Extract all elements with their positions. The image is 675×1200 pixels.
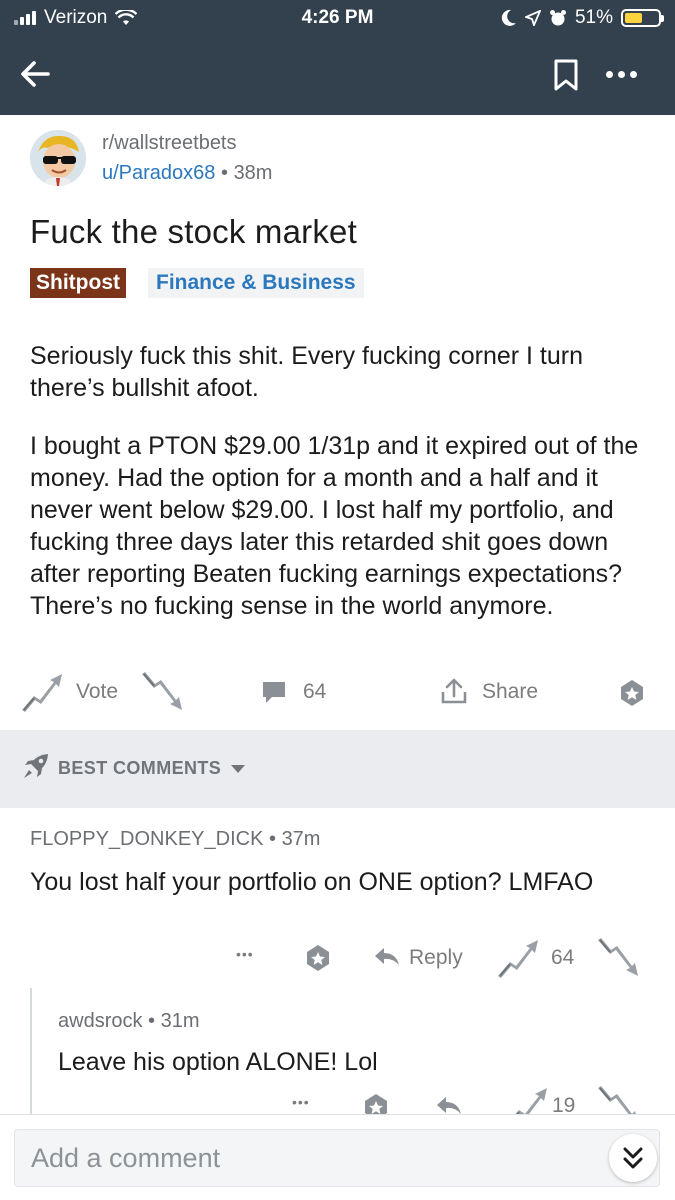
comment-composer-bar [0,1114,675,1200]
downvote-rocket-icon[interactable] [594,936,640,980]
expand-composer-button[interactable] [609,1134,657,1182]
subreddit-name[interactable]: r/wallstreetbets [102,132,237,155]
comment-meta: FLOPPY_DONKEY_DICK • 37m [30,828,320,851]
award-icon[interactable] [617,678,647,708]
subreddit-avatar[interactable] [30,130,86,186]
post-author[interactable]: u/Paradox68 [102,162,215,184]
comment-author[interactable]: awdsrock [58,1010,142,1032]
comment-composer [14,1129,660,1187]
rocket-icon [22,752,50,780]
nav-bar [0,48,675,98]
chevron-double-down-icon [623,1147,643,1169]
flair-finance[interactable]: Finance & Business [148,268,364,298]
comment-age: 31m [160,1010,200,1032]
comment-more-icon[interactable]: ••• [236,946,254,962]
upvote-rocket-icon[interactable] [18,670,64,714]
comments-sort-bar[interactable]: BEST COMMENTS [0,730,675,808]
downvote-rocket-icon[interactable] [138,670,184,714]
comment-meta: awdsrock • 31m [58,1010,200,1033]
comment-input[interactable] [15,1130,575,1186]
comment-text: Leave his option ALONE! Lol [58,1048,378,1076]
app-header: Verizon 4:26 PM 51% [0,0,675,115]
post-flairs: Shitpost Finance & Business [30,268,364,298]
post-meta: u/Paradox68 • 38m [102,162,272,185]
comment-score: 64 [551,946,575,969]
post-paragraph: Seriously fuck this shit. Every fucking … [30,342,583,402]
share-label[interactable]: Share [482,680,538,704]
reply-label[interactable]: Reply [409,946,463,970]
moon-icon [501,9,517,27]
upvote-rocket-icon[interactable] [494,936,540,980]
flair-shitpost[interactable]: Shitpost [30,268,126,298]
status-right: 51% [501,7,664,29]
location-icon [524,10,541,26]
reply-icon[interactable] [373,945,401,969]
comment-author[interactable]: FLOPPY_DONKEY_DICK [30,828,263,850]
chevron-down-icon[interactable] [231,765,245,773]
comments-icon[interactable] [260,678,288,706]
comment-count[interactable]: 64 [303,680,326,704]
battery-icon [621,9,664,27]
meta-separator: • [268,828,276,850]
bookmark-icon[interactable] [550,58,582,92]
post-title: Fuck the stock market [30,213,357,250]
more-dots-icon[interactable] [606,64,646,84]
post-actions: Vote 64 Share [0,668,675,718]
status-bar: Verizon 4:26 PM 51% [0,0,675,38]
post-paragraph: I bought a PTON $29.00 1/31p and it expi… [30,432,639,620]
meta-separator: • [220,162,228,184]
share-icon[interactable] [440,676,468,706]
comment-text: You lost half your portfolio on ONE opti… [30,868,594,896]
award-icon[interactable] [303,943,333,973]
battery-percent: 51% [574,7,613,28]
thread-line[interactable] [30,988,32,1118]
sort-label[interactable]: BEST COMMENTS [58,758,221,779]
post-header: r/wallstreetbets u/Paradox68 • 38m [30,130,650,190]
back-arrow-icon[interactable] [16,54,56,94]
post-body: Seriously fuck this shit. Every fucking … [30,340,650,648]
comment-more-icon[interactable]: ••• [292,1094,310,1110]
comment-age: 37m [281,828,321,850]
meta-separator: • [148,1010,156,1032]
post-age: 38m [233,162,273,184]
alarm-icon [549,9,567,27]
vote-label: Vote [76,680,119,703]
